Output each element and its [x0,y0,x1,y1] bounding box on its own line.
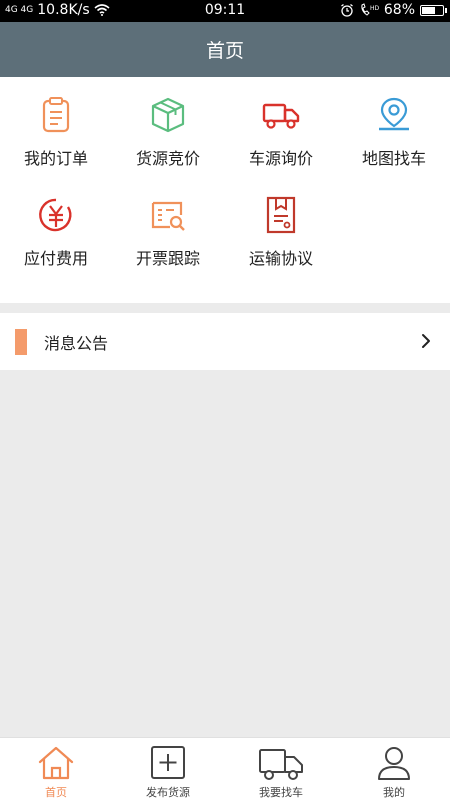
tab-label: 我要找车 [259,786,303,799]
notice-label: 消息公告 [44,333,109,353]
menu-item-label: 开票跟踪 [135,249,200,268]
menu-item-label: 运输协议 [248,249,313,268]
clipboard-icon [42,97,70,133]
status-bar: 4G 4G 10.8K/s 09:11 HD 68% [0,0,450,22]
hd-call-icon: HD [361,3,379,16]
tab-find-vehicle[interactable]: 我要找车 [225,738,337,800]
map-pin-icon [379,97,409,131]
home-icon [38,746,74,780]
add-square-icon [151,746,185,779]
menu-item-label: 我的订单 [23,149,88,168]
menu-item-label: 车源询价 [248,149,313,168]
menu-item-cargo-bidding[interactable]: 货源竞价 [112,79,224,169]
tab-label: 发布货源 [146,786,190,799]
tab-label: 首页 [45,786,67,799]
tab-home[interactable]: 首页 [0,738,112,800]
page-title: 首页 [205,40,244,62]
menu-item-invoice-tracking[interactable]: 开票跟踪 [112,179,224,269]
package-box-icon [151,97,185,133]
truck-icon [259,749,303,780]
bottom-tab-bar: 首页 发布货源 我要找车 我的 [0,737,450,800]
notice-accent-marker [15,328,27,355]
menu-item-label: 货源竞价 [135,149,200,168]
menu-item-label: 地图找车 [361,149,426,168]
menu-item-map-find-vehicle[interactable]: 地图找车 [338,79,450,169]
battery-icon [420,4,447,16]
battery-fill [422,6,435,14]
alarm-icon [340,3,353,17]
user-icon [378,747,410,780]
svg-text:HD: HD [370,5,379,12]
function-menu: 我的订单 货源竞价 车源询价 地图找车 应付费用 开票跟踪 运输协议 [0,77,450,303]
menu-item-vehicle-inquiry[interactable]: 车源询价 [225,79,337,169]
tab-label: 我的 [383,786,405,799]
menu-item-label: 应付费用 [23,249,88,268]
yuan-coin-icon [39,198,72,232]
contract-document-icon [266,196,296,234]
menu-item-payables[interactable]: 应付费用 [0,179,112,269]
menu-item-my-orders[interactable]: 我的订单 [0,79,112,169]
tab-mine[interactable]: 我的 [338,738,450,800]
notice-announcement-row[interactable]: 消息公告 [0,313,450,370]
chevron-right-icon [422,334,430,348]
menu-item-transport-agreement[interactable]: 运输协议 [225,179,337,269]
invoice-search-icon [151,201,185,231]
page-title-bar: 首页 [0,22,450,77]
truck-icon [262,103,300,129]
battery-percent: 68% [383,2,415,18]
tab-publish-cargo[interactable]: 发布货源 [112,738,224,800]
